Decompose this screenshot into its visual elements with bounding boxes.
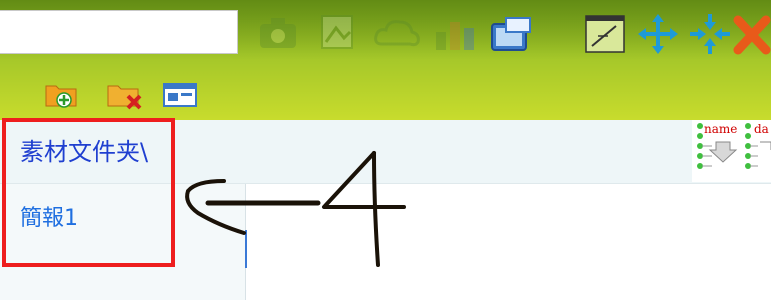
screen-icon[interactable]	[486, 14, 536, 54]
new-folder-icon[interactable]	[44, 80, 80, 110]
camera-icon[interactable]	[256, 16, 300, 50]
mini-da-label: da	[754, 122, 769, 136]
search-input[interactable]	[0, 10, 238, 54]
highlight-box	[2, 118, 175, 267]
close-x-icon[interactable]	[732, 14, 771, 56]
handwritten-annotation	[185, 151, 406, 267]
mini-name-label: name	[704, 122, 738, 136]
move-arrows-icon[interactable]	[636, 12, 680, 56]
cloud-icon[interactable]	[372, 14, 422, 52]
image-icon[interactable]	[316, 12, 360, 52]
grid-icon[interactable]	[432, 14, 478, 54]
compress-arrows-icon[interactable]	[688, 12, 732, 56]
line-chart-icon[interactable]	[584, 14, 626, 54]
mini-diagram: name da	[692, 120, 771, 182]
delete-folder-icon[interactable]	[106, 80, 146, 112]
window-icon[interactable]	[162, 82, 198, 108]
